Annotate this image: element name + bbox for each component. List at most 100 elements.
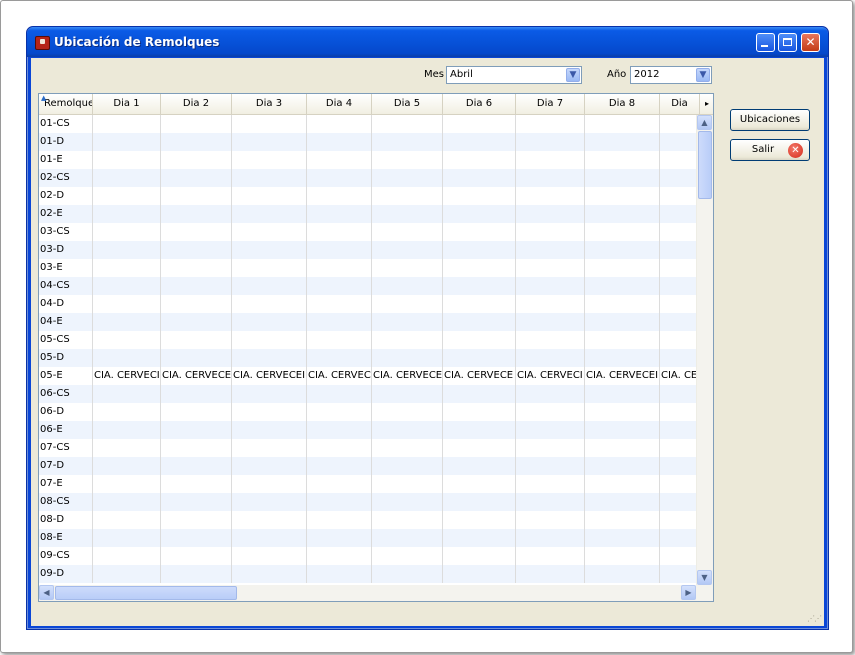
table-row[interactable]: 05-E CIA. CERVECI CIA. CERVECE CIA. CERVECE…	[39, 367, 700, 385]
table-row[interactable]: 02-CS	[39, 169, 700, 187]
day-cell[interactable]: CIA. CERVECEI	[232, 367, 307, 385]
day-cell[interactable]	[585, 385, 660, 403]
column-header[interactable]: Dia 2	[161, 94, 232, 114]
scroll-right-icon[interactable]: ▶	[681, 585, 696, 600]
day-cell[interactable]	[443, 133, 516, 151]
day-cell[interactable]	[443, 187, 516, 205]
day-cell[interactable]	[443, 529, 516, 547]
remolque-cell[interactable]: 04-D	[39, 295, 93, 313]
day-cell[interactable]	[232, 349, 307, 367]
remolque-cell[interactable]: 03-E	[39, 259, 93, 277]
day-cell[interactable]	[232, 475, 307, 493]
day-cell[interactable]	[443, 349, 516, 367]
day-cell[interactable]	[372, 439, 443, 457]
day-cell[interactable]	[161, 421, 232, 439]
day-cell[interactable]	[443, 385, 516, 403]
day-cell[interactable]	[232, 547, 307, 565]
day-cell[interactable]	[307, 529, 372, 547]
day-cell[interactable]	[93, 565, 161, 583]
day-cell[interactable]	[307, 565, 372, 583]
day-cell[interactable]	[516, 169, 585, 187]
day-cell[interactable]	[232, 133, 307, 151]
day-cell[interactable]	[93, 421, 161, 439]
table-row[interactable]: 09-D	[39, 565, 700, 583]
day-cell[interactable]	[585, 457, 660, 475]
day-cell[interactable]	[516, 421, 585, 439]
remolque-cell[interactable]: 08-CS	[39, 493, 93, 511]
day-cell[interactable]	[372, 313, 443, 331]
day-cell[interactable]	[443, 439, 516, 457]
day-cell[interactable]	[372, 385, 443, 403]
day-cell[interactable]	[232, 403, 307, 421]
day-cell[interactable]	[443, 277, 516, 295]
vertical-scrollbar[interactable]: ▲ ▼	[696, 115, 713, 585]
day-cell[interactable]	[372, 187, 443, 205]
ubicaciones-button[interactable]: Ubicaciones	[730, 109, 810, 131]
day-cell[interactable]	[307, 241, 372, 259]
day-cell[interactable]	[585, 133, 660, 151]
day-cell[interactable]	[516, 457, 585, 475]
day-cell[interactable]	[307, 403, 372, 421]
day-cell[interactable]	[372, 241, 443, 259]
table-row[interactable]: 03-E	[39, 259, 700, 277]
day-cell[interactable]	[443, 565, 516, 583]
day-cell[interactable]	[660, 439, 700, 457]
remolque-cell[interactable]: 04-E	[39, 313, 93, 331]
day-cell[interactable]	[93, 133, 161, 151]
day-cell[interactable]	[585, 529, 660, 547]
remolque-cell[interactable]: 06-E	[39, 421, 93, 439]
table-row[interactable]: 08-D	[39, 511, 700, 529]
day-cell[interactable]	[93, 331, 161, 349]
day-cell[interactable]	[161, 475, 232, 493]
day-cell[interactable]	[372, 259, 443, 277]
day-cell[interactable]	[585, 565, 660, 583]
day-cell[interactable]	[372, 529, 443, 547]
day-cell[interactable]	[307, 223, 372, 241]
day-cell[interactable]	[516, 439, 585, 457]
remolque-cell[interactable]: 05-E	[39, 367, 93, 385]
table-row[interactable]: 06-E	[39, 421, 700, 439]
day-cell[interactable]	[93, 493, 161, 511]
day-cell[interactable]	[660, 277, 700, 295]
day-cell[interactable]	[307, 169, 372, 187]
title-bar[interactable]: Ubicación de Remolques ✕	[27, 27, 828, 57]
day-cell[interactable]	[516, 385, 585, 403]
day-cell[interactable]	[585, 439, 660, 457]
remolque-cell[interactable]: 02-D	[39, 187, 93, 205]
remolque-cell[interactable]: 02-E	[39, 205, 93, 223]
day-cell[interactable]	[585, 421, 660, 439]
day-cell[interactable]	[307, 259, 372, 277]
column-header[interactable]: Dia 3	[232, 94, 307, 114]
day-cell[interactable]	[585, 205, 660, 223]
day-cell[interactable]	[660, 349, 700, 367]
table-row[interactable]: 04-CS	[39, 277, 700, 295]
horizontal-scroll-thumb[interactable]	[55, 586, 237, 600]
day-cell[interactable]	[516, 277, 585, 295]
day-cell[interactable]	[307, 331, 372, 349]
remolque-cell[interactable]: 01-E	[39, 151, 93, 169]
day-cell[interactable]	[307, 313, 372, 331]
table-row[interactable]: 01-E	[39, 151, 700, 169]
day-cell[interactable]	[307, 493, 372, 511]
table-row[interactable]: 09-CS	[39, 547, 700, 565]
day-cell[interactable]	[516, 187, 585, 205]
day-cell[interactable]	[585, 475, 660, 493]
day-cell[interactable]: CIA. CE	[660, 367, 700, 385]
remolque-cell[interactable]: 01-CS	[39, 115, 93, 133]
table-row[interactable]: 03-CS	[39, 223, 700, 241]
day-cell[interactable]	[161, 187, 232, 205]
column-header[interactable]: Dia 7	[516, 94, 585, 114]
day-cell[interactable]	[443, 403, 516, 421]
table-row[interactable]: 06-CS	[39, 385, 700, 403]
day-cell[interactable]	[516, 511, 585, 529]
day-cell[interactable]	[660, 151, 700, 169]
day-cell[interactable]	[372, 331, 443, 349]
day-cell[interactable]	[161, 133, 232, 151]
day-cell[interactable]	[232, 151, 307, 169]
remolque-cell[interactable]: 07-E	[39, 475, 93, 493]
day-cell[interactable]	[660, 241, 700, 259]
day-cell[interactable]	[161, 529, 232, 547]
day-cell[interactable]	[232, 169, 307, 187]
day-cell[interactable]	[161, 547, 232, 565]
scroll-down-icon[interactable]: ▼	[697, 570, 712, 585]
